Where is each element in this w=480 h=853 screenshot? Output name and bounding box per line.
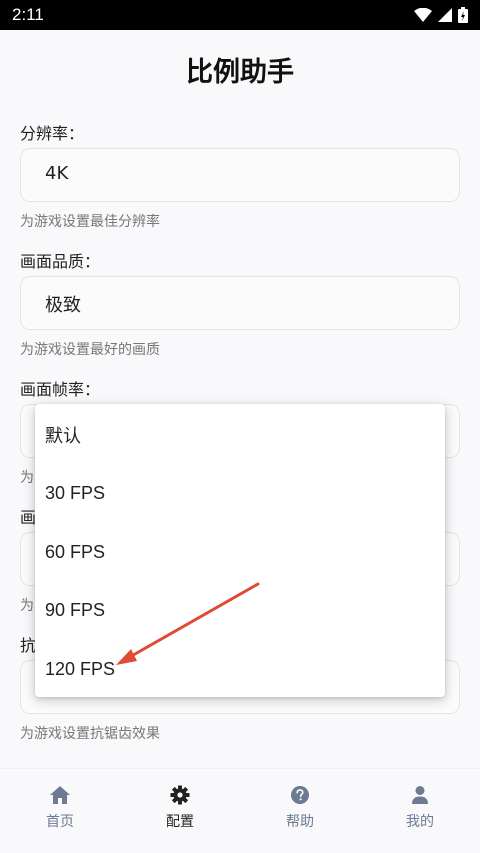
dropdown-option-30fps[interactable]: 30 FPS	[35, 464, 445, 522]
quality-select[interactable]: 极致	[20, 276, 460, 330]
quality-label: 画面品质：	[20, 252, 101, 271]
dropdown-option-60fps[interactable]: 60 FPS	[35, 523, 445, 581]
gear-icon	[170, 785, 190, 805]
tab-config-label: 配置	[166, 814, 194, 830]
resolution-select[interactable]: 4K	[20, 148, 460, 202]
help-icon	[291, 786, 309, 804]
battery-icon	[458, 7, 468, 23]
signal-icon	[438, 8, 452, 22]
status-time: 2:11	[12, 5, 44, 24]
status-bar: 2:11	[0, 0, 480, 30]
tab-profile[interactable]: 我的	[360, 769, 480, 853]
tab-home[interactable]: 首页	[0, 769, 120, 853]
framerate-label: 画面帧率：	[20, 380, 101, 399]
tab-config[interactable]: 配置	[120, 769, 240, 853]
resolution-hint: 为游戏设置最佳分辨率	[20, 214, 160, 230]
field-4-hint: 为	[20, 598, 34, 614]
resolution-value: 4K	[45, 163, 69, 184]
dropdown-option-default[interactable]: 默认	[35, 406, 445, 464]
quality-value: 极致	[45, 295, 81, 316]
framerate-hint: 为	[20, 470, 34, 486]
user-icon	[412, 786, 428, 804]
dropdown-option-90fps[interactable]: 90 FPS	[35, 581, 445, 639]
tab-help[interactable]: 帮助	[240, 769, 360, 853]
wifi-icon	[414, 8, 432, 22]
tab-help-label: 帮助	[286, 814, 314, 830]
tab-home-label: 首页	[46, 814, 74, 830]
home-icon	[50, 786, 70, 804]
tab-profile-label: 我的	[406, 814, 434, 830]
status-icons	[414, 7, 468, 23]
quality-hint: 为游戏设置最好的画质	[20, 342, 160, 358]
antialias-label: 抗	[20, 636, 37, 655]
resolution-label: 分辨率：	[20, 124, 85, 143]
field-4-label: 画	[20, 508, 37, 527]
bottom-nav: 首页 配置 帮助 我的	[0, 768, 480, 853]
antialias-hint: 为游戏设置抗锯齿效果	[20, 726, 160, 742]
dropdown-option-120fps[interactable]: 120 FPS	[35, 640, 445, 698]
framerate-dropdown-menu: 默认 30 FPS 60 FPS 90 FPS 120 FPS	[35, 404, 445, 697]
page-title: 比例助手	[186, 57, 294, 88]
